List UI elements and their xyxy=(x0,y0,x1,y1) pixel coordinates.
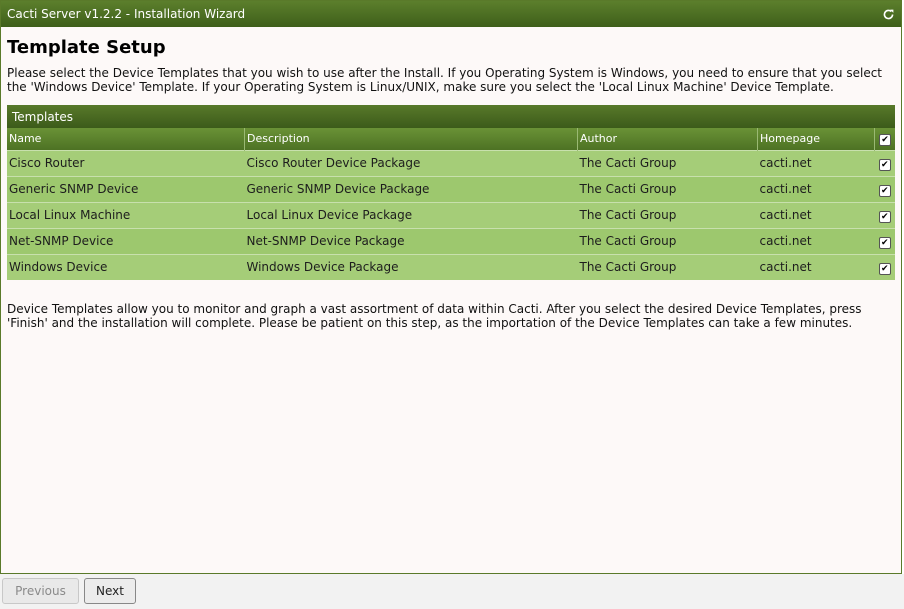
template-author-cell: The Cacti Group xyxy=(579,260,677,275)
column-header-homepage[interactable]: Homepage xyxy=(757,128,875,150)
template-homepage-cell: cacti.net xyxy=(759,260,812,275)
refresh-icon[interactable] xyxy=(881,7,895,21)
table-row[interactable]: Cisco Router Cisco Router Device Package T… xyxy=(7,150,895,176)
page-title: Template Setup xyxy=(7,37,166,58)
column-header-description[interactable]: Description xyxy=(244,128,578,150)
template-name-cell: Cisco Router xyxy=(9,156,85,170)
select-all-cell: ✔ xyxy=(875,128,896,150)
template-description-cell: Generic SNMP Device Package xyxy=(246,182,430,196)
template-homepage-cell: cacti.net xyxy=(759,208,812,222)
template-name-cell: Windows Device xyxy=(9,260,108,275)
template-name-cell: Net-SNMP Device xyxy=(9,234,114,248)
table-row[interactable]: Generic SNMP Device Generic SNMP Device P… xyxy=(7,176,895,202)
template-checkbox-cell: ✔ xyxy=(875,150,896,176)
table-header-row: Name Description Author Homepage ✔ xyxy=(7,128,895,150)
template-checkbox-cell: ✔ xyxy=(875,254,896,280)
select-all-checkbox[interactable]: ✔ xyxy=(879,133,891,146)
template-checkbox[interactable]: ✔ xyxy=(878,158,891,171)
next-button[interactable]: Next xyxy=(84,578,136,604)
template-homepage-cell: cacti.net xyxy=(759,182,812,196)
template-checkbox-cell: ✔ xyxy=(875,176,896,202)
template-author-cell: The Cacti Group xyxy=(579,156,677,170)
template-checkbox[interactable]: ✔ xyxy=(878,262,891,275)
previous-button[interactable]: Previous xyxy=(2,578,79,604)
template-checkbox[interactable]: ✔ xyxy=(878,236,891,249)
template-description-cell: Local Linux Device Package xyxy=(246,208,413,222)
column-header-author[interactable]: Author xyxy=(577,128,758,150)
column-header-name[interactable]: Name xyxy=(7,128,245,150)
template-checkbox-cell: ✔ xyxy=(875,202,896,228)
templates-panel: Templates Name Description Author Homepa… xyxy=(7,105,895,280)
template-checkbox[interactable]: ✔ xyxy=(878,210,891,223)
template-name-cell: Local Linux Machine xyxy=(9,208,131,222)
outro-text: Device Templates allow you to monitor an… xyxy=(7,302,862,330)
installation-wizard-window: Cacti Server v1.2.2 - Installation Wizar… xyxy=(0,0,902,574)
table-row[interactable]: Local Linux Machine Local Linux Device Pa… xyxy=(7,202,895,228)
wizard-footer: Previous Next xyxy=(0,574,904,609)
template-description-cell: Cisco Router Device Package xyxy=(246,156,421,170)
table-row[interactable]: Net-SNMP Device Net-SNMP Device Package Th… xyxy=(7,228,895,254)
template-name-cell: Generic SNMP Device xyxy=(9,182,139,196)
wizard-content: Template Setup Please select the Device … xyxy=(1,27,901,330)
template-author-cell: The Cacti Group xyxy=(579,234,677,248)
templates-table: Name Description Author Homepage ✔ Cisco… xyxy=(7,128,895,280)
template-author-cell: The Cacti Group xyxy=(579,182,677,196)
title-bar: Cacti Server v1.2.2 - Installation Wizar… xyxy=(1,1,901,27)
window-title: Cacti Server v1.2.2 - Installation Wizar… xyxy=(7,7,246,21)
template-homepage-cell: cacti.net xyxy=(759,234,812,248)
intro-text: Please select the Device Templates that … xyxy=(7,66,883,94)
template-description-cell: Net-SNMP Device Package xyxy=(246,234,405,248)
templates-panel-header: Templates xyxy=(7,105,895,128)
template-author-cell: The Cacti Group xyxy=(579,208,677,222)
template-homepage-cell: cacti.net xyxy=(759,156,812,170)
template-checkbox-cell: ✔ xyxy=(875,228,896,254)
template-checkbox[interactable]: ✔ xyxy=(878,184,891,197)
table-row[interactable]: Windows Device Windows Device Package The … xyxy=(7,254,895,280)
template-description-cell: Windows Device Package xyxy=(246,260,399,275)
